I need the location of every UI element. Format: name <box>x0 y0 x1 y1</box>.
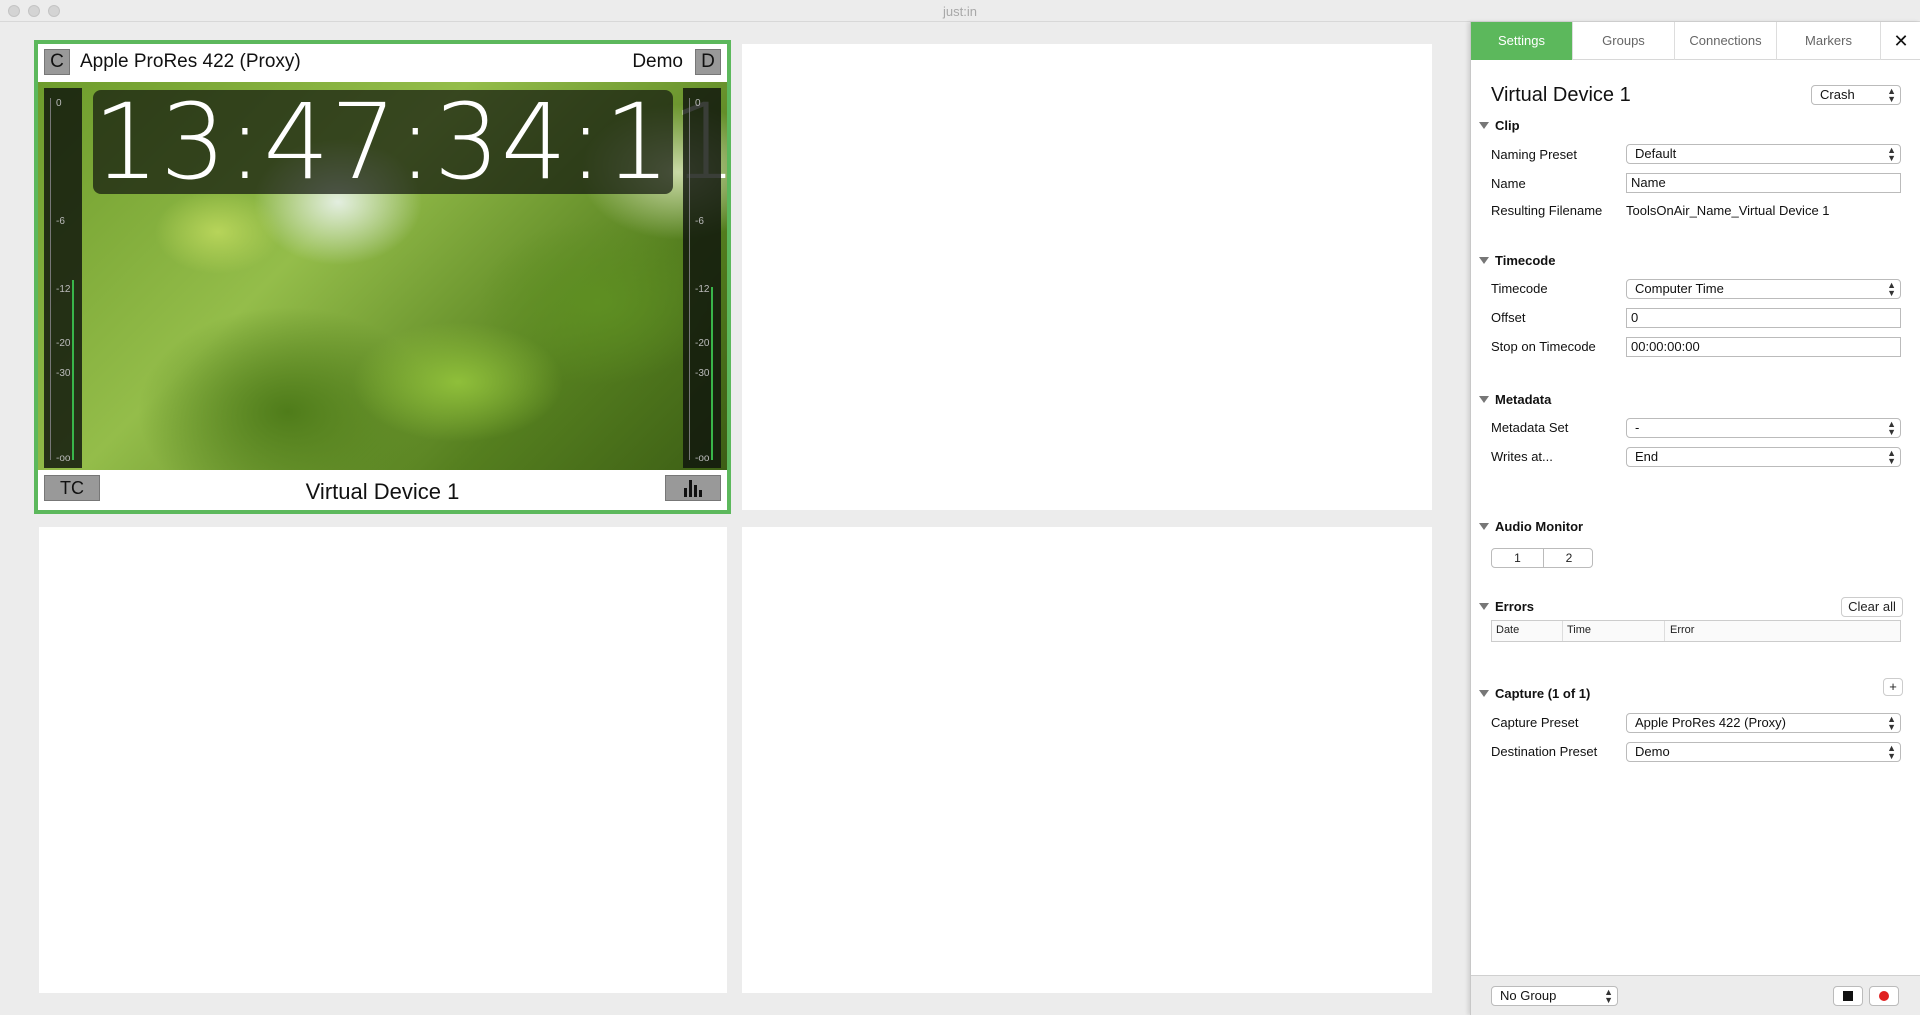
stepper-arrows-icon: ▲ ▼ <box>1887 714 1896 732</box>
tab-settings[interactable]: Settings <box>1471 22 1573 60</box>
capture-badge[interactable]: C <box>44 49 70 75</box>
stop-button[interactable] <box>1833 986 1863 1006</box>
meter-scale-label: 0 <box>56 98 62 109</box>
meter-scale-label: -30 <box>56 368 71 379</box>
stepper-arrows-icon: ▲ ▼ <box>1887 145 1896 163</box>
settings-panel: Settings Groups Connections Markers ✕ Vi… <box>1470 22 1920 1015</box>
capture-preset-select[interactable]: Apple ProRes 422 (Proxy) ▲ ▼ <box>1626 713 1901 733</box>
section-errors[interactable]: Errors <box>1479 599 1534 614</box>
record-icon <box>1879 991 1889 1001</box>
errors-table: Date Time Error <box>1491 620 1901 642</box>
metadata-set-label: Metadata Set <box>1491 420 1569 435</box>
resulting-filename-label: Resulting Filename <box>1491 203 1603 218</box>
offset-label: Offset <box>1491 310 1526 325</box>
video-preview: 0 -6 -12 -20 -30 -oo 13:47:34:11 0 -6 -12 -20 -30… <box>38 82 727 470</box>
resulting-filename-value: ToolsOnAir_Name_Virtual Device 1 <box>1626 203 1830 218</box>
section-timecode[interactable]: Timecode <box>1479 253 1555 268</box>
capture-preset-label: Apple ProRes 422 (Proxy) <box>80 51 301 72</box>
audio-channel-selector: 1 2 <box>1491 548 1593 568</box>
disclosure-triangle-icon <box>1479 523 1489 530</box>
stop-icon <box>1843 991 1853 1001</box>
device-header: C Apple ProRes 422 (Proxy) Demo D <box>38 44 727 82</box>
empty-device-slot[interactable] <box>39 527 727 993</box>
window-title: just:in <box>943 4 977 19</box>
audio-channel-2[interactable]: 2 <box>1543 549 1592 567</box>
bar-chart-icon <box>684 480 702 497</box>
disclosure-triangle-icon <box>1479 603 1489 610</box>
column-header-error[interactable]: Error <box>1670 624 1694 636</box>
capture-preset-label: Capture Preset <box>1491 715 1579 730</box>
tab-markers[interactable]: Markers <box>1777 22 1881 60</box>
timecode-select[interactable]: Computer Time ▲ ▼ <box>1626 279 1901 299</box>
disclosure-triangle-icon <box>1479 396 1489 403</box>
stepper-arrows-icon: ▲ ▼ <box>1887 743 1896 761</box>
tab-groups[interactable]: Groups <box>1573 22 1675 60</box>
destination-preset-label: Destination Preset <box>1491 744 1598 759</box>
section-capture[interactable]: Capture (1 of 1) <box>1479 686 1590 701</box>
meter-level-bar <box>711 287 713 460</box>
name-label: Name <box>1491 176 1526 191</box>
device-name: Virtual Device 1 <box>305 479 460 504</box>
meter-scale-label: -30 <box>695 368 710 379</box>
meter-scale-label: 0 <box>695 98 701 109</box>
name-input[interactable]: Name <box>1626 173 1901 193</box>
meter-scale-label: -oo <box>56 453 71 464</box>
device-tile[interactable]: C Apple ProRes 422 (Proxy) Demo D 0 -6 -12… <box>34 40 731 514</box>
section-audio-monitor[interactable]: Audio Monitor <box>1479 519 1583 534</box>
meter-level-bar <box>72 280 74 460</box>
device-footer: TC Virtual Device 1 <box>38 470 727 510</box>
column-header-time[interactable]: Time <box>1567 624 1591 636</box>
metadata-set-select[interactable]: - ▲ ▼ <box>1626 418 1901 438</box>
meter-scale-label: -20 <box>695 338 710 349</box>
audio-meters-button[interactable] <box>665 475 721 501</box>
add-capture-button[interactable]: + <box>1883 678 1903 696</box>
writes-at-label: Writes at... <box>1491 449 1553 464</box>
meter-scale-label: -6 <box>56 216 65 227</box>
stepper-arrows-icon: ▲ ▼ <box>1604 987 1613 1005</box>
disclosure-triangle-icon <box>1479 122 1489 129</box>
record-button[interactable] <box>1869 986 1899 1006</box>
stepper-arrows-icon: ▲ ▼ <box>1887 419 1896 437</box>
panel-title: Virtual Device 1 <box>1491 84 1631 106</box>
window-titlebar: just:in <box>0 0 1920 22</box>
meter-scale-label: -12 <box>56 284 71 295</box>
disclosure-triangle-icon <box>1479 257 1489 264</box>
panel-tabs: Settings Groups Connections Markers ✕ <box>1471 22 1920 60</box>
stop-on-timecode-input[interactable]: 00:00:00:00 <box>1626 337 1901 357</box>
audio-meter-left: 0 -6 -12 -20 -30 -oo <box>44 88 82 468</box>
meter-scale-label: -12 <box>695 284 710 295</box>
panel-footer: No Group ▲ ▼ <box>1471 975 1920 1015</box>
tab-connections[interactable]: Connections <box>1675 22 1777 60</box>
audio-meter-right: 0 -6 -12 -20 -30 -oo <box>683 88 721 468</box>
section-metadata[interactable]: Metadata <box>1479 392 1551 407</box>
group-select[interactable]: No Group ▲ ▼ <box>1491 986 1618 1006</box>
writes-at-select[interactable]: End ▲ ▼ <box>1626 447 1901 467</box>
destination-preset-select[interactable]: Demo ▲ ▼ <box>1626 742 1901 762</box>
close-icon[interactable]: ✕ <box>1881 22 1920 60</box>
timecode-label: Timecode <box>1491 281 1548 296</box>
meter-scale-label: -6 <box>695 216 704 227</box>
destination-badge[interactable]: D <box>695 49 721 75</box>
meter-scale-label: -20 <box>56 338 71 349</box>
section-clip[interactable]: Clip <box>1479 118 1520 133</box>
stop-on-timecode-label: Stop on Timecode <box>1491 339 1596 354</box>
stepper-arrows-icon: ▲ ▼ <box>1887 86 1896 104</box>
naming-preset-label: Naming Preset <box>1491 147 1577 162</box>
empty-device-slot[interactable] <box>742 527 1432 993</box>
meter-scale-label: -oo <box>695 453 710 464</box>
destination-label: Demo <box>632 51 683 72</box>
mode-select[interactable]: Crash ▲ ▼ <box>1811 85 1901 105</box>
stepper-arrows-icon: ▲ ▼ <box>1887 448 1896 466</box>
timecode-display: 13:47:34:11 <box>93 82 727 203</box>
disclosure-triangle-icon <box>1479 690 1489 697</box>
audio-channel-1[interactable]: 1 <box>1492 549 1543 567</box>
clear-all-button[interactable]: Clear all <box>1841 597 1903 617</box>
offset-input[interactable]: 0 <box>1626 308 1901 328</box>
column-header-date[interactable]: Date <box>1496 624 1519 636</box>
naming-preset-select[interactable]: Default ▲ ▼ <box>1626 144 1901 164</box>
empty-device-slot[interactable] <box>742 44 1432 510</box>
stepper-arrows-icon: ▲ ▼ <box>1887 280 1896 298</box>
